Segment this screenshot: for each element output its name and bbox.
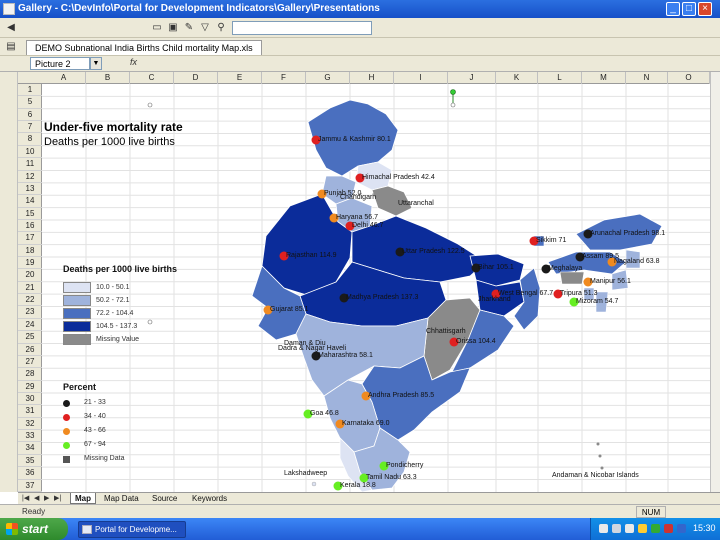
state-label: Gujarat 85.1 (270, 306, 309, 313)
dot-legend-marker (63, 442, 70, 449)
last-sheet-icon[interactable]: ▶| (54, 494, 61, 502)
state-label: Nagaland 63.8 (614, 258, 660, 265)
taskbar-window-label: Portal for Developme... (95, 525, 177, 534)
state-label: Orissa 104.4 (456, 338, 496, 345)
dot-legend-label: 34 - 40 (84, 413, 106, 420)
fill-legend-swatch (63, 282, 91, 293)
andaman-island-1 (596, 442, 600, 446)
windows-logo-icon (6, 523, 18, 535)
fill-legend-label: Missing Value (96, 336, 140, 343)
status-text: Ready (22, 507, 46, 516)
map-subtitle: Deaths per 1000 live births (44, 136, 175, 148)
dot-legend-label: 21 - 33 (84, 399, 106, 406)
num-lock-indicator: NUM (636, 506, 666, 518)
lakshadweep-island (311, 481, 317, 487)
tray-icon-6[interactable] (664, 524, 673, 533)
fill-legend-title: Deaths per 1000 live births (63, 264, 178, 274)
state-meghalaya (559, 271, 585, 285)
dot-legend-label: Missing Data (84, 455, 125, 462)
state-label: Pondicherry (386, 462, 424, 469)
fill-legend-label: 104.5 - 137.3 (96, 323, 138, 330)
state-label: Meghalaya (548, 265, 583, 272)
state-label: Madhya Pradesh 137.3 (346, 294, 419, 301)
tray-icon-7[interactable] (677, 524, 686, 533)
fill-legend-swatch (63, 321, 91, 332)
state-label: Andhra Pradesh 85.5 (368, 392, 435, 399)
resize-handle-top-left (147, 102, 153, 108)
state-label: Uttaranchal (398, 200, 434, 207)
fill-legend-swatch (63, 334, 91, 345)
system-tray: 15:30 (590, 518, 720, 540)
resize-handle-top (450, 102, 456, 108)
dot-legend-title: Percent (63, 382, 97, 392)
state-label: Arunachal Pradesh 98.1 (590, 230, 666, 237)
clock: 15:30 (693, 523, 716, 533)
dot-legend-marker (63, 414, 70, 421)
sheet-tab-bar: |◀ ◀ ▶ ▶| Map Map Data Source Keywords (18, 492, 720, 504)
fill-legend-label: 50.2 - 72.1 (96, 297, 130, 304)
state-label: Andaman & Nicobar Islands (552, 472, 639, 479)
tray-icon-2[interactable] (612, 524, 621, 533)
state-label: Chhattisgarh (426, 328, 466, 335)
fill-legend-label: 10.0 - 50.1 (96, 284, 130, 291)
state-label: Tripura 51.3 (560, 290, 598, 297)
tray-icon-3[interactable] (625, 524, 634, 533)
state-label: Uttar Pradesh 122.5 (402, 248, 465, 255)
dot-legend-marker (63, 400, 70, 407)
status-bar: Ready NUM (0, 504, 720, 518)
state-label: Delhi 46.7 (352, 222, 384, 229)
state-label: Mizoram 54.7 (576, 298, 619, 305)
start-label: start (22, 522, 49, 536)
state-label: Karnataka 69.0 (342, 420, 390, 427)
tray-icon-5[interactable] (651, 524, 660, 533)
fill-legend-label: 72.2 - 104.4 (96, 310, 134, 317)
state-label: Haryana 56.7 (336, 214, 379, 221)
sheet-tab-map[interactable]: Map (70, 493, 96, 504)
tray-icon-4[interactable] (638, 524, 647, 533)
next-sheet-icon[interactable]: ▶ (44, 494, 49, 502)
prev-sheet-icon[interactable]: ◀ (34, 494, 39, 502)
andaman-island-2 (598, 454, 602, 458)
taskbar-window-button[interactable]: Portal for Developme... (78, 521, 186, 538)
fill-legend-swatch (63, 295, 91, 306)
state-label: Himachal Pradesh 42.4 (362, 174, 435, 181)
state-label: Goa 46.8 (310, 410, 339, 417)
state-label: Chandigarh (340, 194, 377, 201)
sheet-tab-keywords[interactable]: Keywords (188, 493, 231, 504)
state-label: Sikkim 71 (536, 237, 567, 244)
dot-legend-marker (63, 456, 70, 463)
taskbar: start Portal for Developme... 15:30 (0, 518, 720, 540)
fill-legend-swatch (63, 308, 91, 319)
state-label: Manipur 56.1 (590, 278, 631, 285)
dot-legend-marker (63, 428, 70, 435)
state-label: Rajasthan 114.9 (286, 252, 337, 259)
state-label: Maharashtra 58.1 (318, 352, 373, 359)
state-label: Kerala 18.8 (340, 482, 376, 489)
tray-icon-1[interactable] (599, 524, 608, 533)
state-label: Jammu & Kashmir 80.1 (318, 136, 391, 143)
window-icon (82, 525, 92, 534)
first-sheet-icon[interactable]: |◀ (22, 494, 29, 502)
state-label: Tamil Nadu 63.3 (366, 474, 417, 481)
state-label: Dadra & Nagar Haveli (278, 345, 347, 352)
rotate-handle (450, 89, 456, 95)
sheet-tab-source[interactable]: Source (148, 493, 181, 504)
state-label: Jharkhand (478, 296, 511, 303)
resize-handle-left (147, 319, 153, 325)
sheet-tab-map-data[interactable]: Map Data (100, 493, 143, 504)
start-button[interactable]: start (0, 518, 68, 540)
vertical-scrollbar[interactable] (710, 72, 720, 492)
state-label: Bihar 105.1 (478, 264, 514, 271)
andaman-island-3 (600, 466, 604, 470)
dot-legend-label: 43 - 66 (84, 427, 106, 434)
state-label: Lakshadweep (284, 470, 328, 477)
map-title: Under-five mortality rate (44, 120, 183, 134)
dot-legend-label: 67 - 94 (84, 441, 106, 448)
